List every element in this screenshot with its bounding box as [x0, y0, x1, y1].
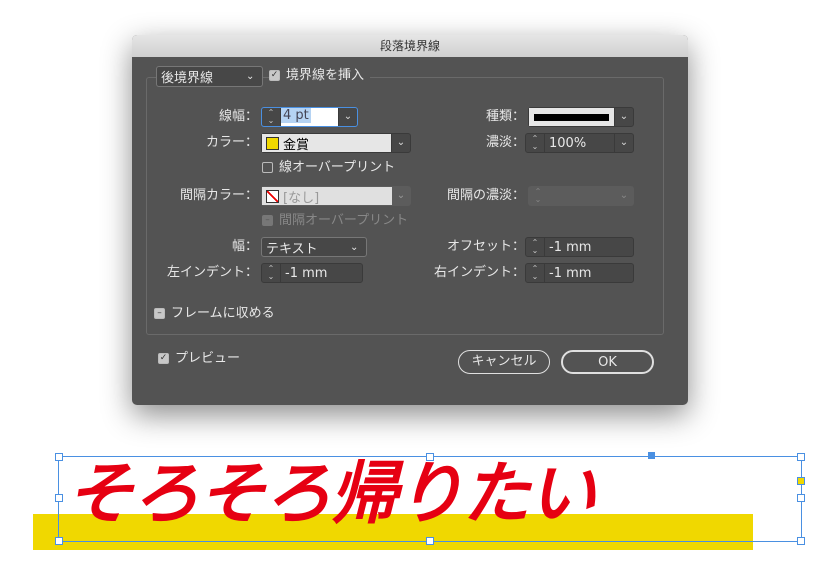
color-swatch — [266, 136, 279, 150]
stepper-icon[interactable]: ⌃ ⌄ — [526, 264, 545, 282]
resize-handle[interactable] — [797, 537, 805, 545]
gap-color-select[interactable]: [なし] ⌄ — [261, 186, 411, 206]
overprint-gap-label: 間隔オーバープリント — [279, 213, 409, 228]
resize-handle[interactable] — [55, 453, 63, 461]
none-swatch-icon — [266, 189, 279, 203]
stepper-icon[interactable]: ⌃ ⌄ — [526, 238, 545, 256]
rule-type-value: 後境界線 — [161, 71, 214, 86]
preview-checkbox[interactable]: ✓ プレビュー — [158, 350, 240, 368]
gap-color-label: 間隔カラー： — [179, 188, 258, 203]
out-port-handle[interactable] — [797, 477, 805, 485]
left-indent-input[interactable]: ⌃ ⌄ -1 mm — [261, 263, 363, 283]
text-frame-selection[interactable] — [58, 456, 802, 542]
resize-handle[interactable] — [426, 453, 434, 461]
gap-tint-input[interactable]: ⌃ ⌄ ⌄ — [528, 186, 634, 206]
weight-input[interactable]: ⌃ ⌄ 4 pt ⌄ — [261, 107, 358, 127]
checkbox-disabled-icon: – — [262, 215, 273, 226]
resize-handle[interactable] — [55, 537, 63, 545]
overprint-stroke-label: 線オーバープリント — [279, 160, 396, 175]
chevron-down-icon: ⌄ — [614, 108, 633, 126]
chevron-down-icon: ⌄ — [350, 241, 359, 253]
chevron-down-icon: ⌄ — [246, 71, 255, 82]
offset-value: -1 mm — [549, 239, 592, 255]
checkbox-checked-icon: ✓ — [158, 353, 169, 364]
gap-color-value: [なし] — [283, 190, 320, 206]
color-value: 金賞 — [283, 137, 310, 153]
width-value: テキスト — [266, 241, 318, 257]
stepper-icon: ⌃ ⌄ — [534, 187, 542, 204]
checkbox-mixed-icon: – — [154, 308, 165, 319]
keep-in-frame-checkbox[interactable]: – フレームに収める — [154, 305, 275, 323]
checkbox-checked-icon: ✓ — [269, 70, 280, 81]
offset-label: オフセット： — [446, 239, 525, 254]
chevron-down-icon[interactable]: ⌄ — [614, 134, 633, 152]
left-indent-label: 左インデント： — [166, 265, 258, 280]
chevron-down-icon[interactable]: ⌄ — [338, 108, 357, 126]
resize-handle[interactable] — [797, 453, 805, 461]
stepper-icon[interactable]: ⌃ ⌄ — [262, 264, 281, 282]
stepper-icon[interactable]: ⌃ ⌄ — [526, 134, 545, 152]
solid-line-swatch — [534, 113, 609, 121]
resize-handle[interactable] — [426, 537, 434, 545]
insert-rule-checkbox[interactable]: ✓ 境界線を挿入 — [269, 67, 371, 85]
rule-type-select[interactable]: 後境界線 ⌄ — [156, 66, 263, 87]
weight-value: 4 pt — [281, 108, 311, 123]
color-select[interactable]: 金賞 ⌄ — [261, 133, 411, 153]
checkbox-unchecked-icon — [262, 162, 273, 173]
paragraph-rules-dialog: 段落境界線 後境界線 ⌄ ✓ 境界線を挿入 線幅： ⌃ ⌄ 4 pt ⌄ 種類： ⌄ … — [132, 35, 688, 405]
frame-anchor-handle[interactable] — [648, 452, 655, 459]
overprint-gap-checkbox[interactable]: – 間隔オーバープリント — [262, 212, 408, 230]
type-label: 種類： — [485, 109, 525, 124]
width-select[interactable]: テキスト ⌄ — [261, 237, 367, 257]
tint-value: 100% — [549, 135, 587, 151]
overprint-stroke-checkbox[interactable]: 線オーバープリント — [262, 159, 395, 177]
right-indent-label: 右インデント： — [433, 265, 525, 280]
preview-label: プレビュー — [175, 351, 241, 366]
cancel-button[interactable]: キャンセル — [458, 350, 550, 374]
tint-input[interactable]: ⌃ ⌄ 100% ⌄ — [525, 133, 634, 153]
color-label: カラー： — [205, 135, 258, 150]
right-indent-input[interactable]: ⌃ ⌄ -1 mm — [525, 263, 634, 283]
gap-tint-label: 間隔の濃淡： — [446, 188, 525, 203]
resize-handle[interactable] — [797, 494, 805, 502]
right-indent-value: -1 mm — [549, 265, 592, 281]
ok-button[interactable]: OK — [561, 350, 654, 374]
tint-label: 濃淡： — [485, 135, 525, 150]
chevron-down-icon: ⌄ — [619, 190, 629, 201]
offset-input[interactable]: ⌃ ⌄ -1 mm — [525, 237, 634, 257]
weight-label: 線幅： — [218, 109, 258, 124]
insert-rule-label: 境界線を挿入 — [286, 68, 365, 83]
keep-in-frame-label: フレームに収める — [171, 306, 275, 321]
width-label: 幅： — [231, 239, 258, 254]
left-indent-value: -1 mm — [285, 265, 328, 281]
type-select[interactable]: ⌄ — [528, 107, 634, 127]
resize-handle[interactable] — [55, 494, 63, 502]
dialog-title: 段落境界線 — [132, 35, 688, 57]
stepper-icon[interactable]: ⌃ ⌄ — [262, 108, 281, 126]
